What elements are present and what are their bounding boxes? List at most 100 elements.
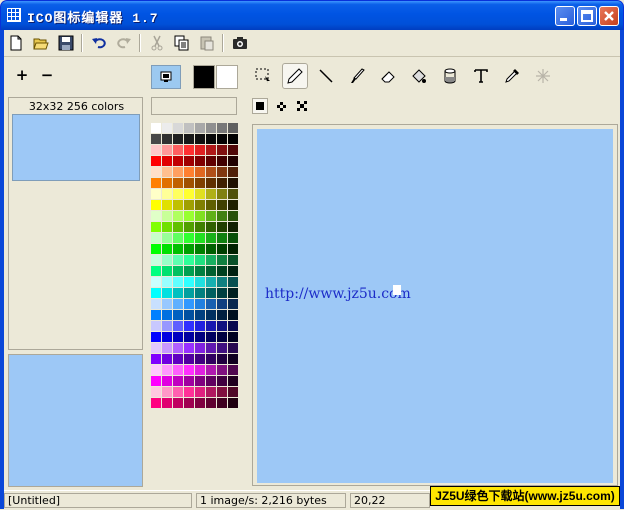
color-swatch[interactable] xyxy=(184,310,194,320)
color-swatch[interactable] xyxy=(206,354,216,364)
cylinder-tool[interactable] xyxy=(437,63,463,89)
color-swatch[interactable] xyxy=(151,288,161,298)
color-swatch[interactable] xyxy=(206,288,216,298)
color-swatch[interactable] xyxy=(195,299,205,309)
color-swatch[interactable] xyxy=(195,134,205,144)
color-swatch[interactable] xyxy=(195,266,205,276)
color-swatch[interactable] xyxy=(228,365,238,375)
color-swatch[interactable] xyxy=(151,211,161,221)
color-swatch[interactable] xyxy=(184,332,194,342)
color-swatch[interactable] xyxy=(217,299,227,309)
color-swatch[interactable] xyxy=(228,387,238,397)
color-swatch[interactable] xyxy=(173,288,183,298)
color-swatch[interactable] xyxy=(217,332,227,342)
color-swatch[interactable] xyxy=(228,299,238,309)
color-swatch[interactable] xyxy=(217,376,227,386)
color-swatch[interactable] xyxy=(173,343,183,353)
color-swatch[interactable] xyxy=(151,398,161,408)
minimize-button[interactable] xyxy=(555,6,575,26)
color-swatch[interactable] xyxy=(173,244,183,254)
color-swatch[interactable] xyxy=(162,288,172,298)
color-swatch[interactable] xyxy=(195,244,205,254)
color-swatch[interactable] xyxy=(206,167,216,177)
color-swatch[interactable] xyxy=(217,189,227,199)
capture-button[interactable] xyxy=(230,33,250,53)
brush-size-cross-small[interactable] xyxy=(273,98,289,114)
color-swatch[interactable] xyxy=(173,167,183,177)
color-swatch[interactable] xyxy=(173,376,183,386)
color-swatch[interactable] xyxy=(195,310,205,320)
color-swatch[interactable] xyxy=(151,167,161,177)
color-swatch[interactable] xyxy=(184,178,194,188)
color-swatch[interactable] xyxy=(173,189,183,199)
color-swatch[interactable] xyxy=(162,310,172,320)
color-swatch[interactable] xyxy=(162,189,172,199)
color-swatch[interactable] xyxy=(151,321,161,331)
color-swatch[interactable] xyxy=(151,310,161,320)
color-swatch[interactable] xyxy=(228,167,238,177)
color-swatch[interactable] xyxy=(151,134,161,144)
color-swatch[interactable] xyxy=(184,398,194,408)
color-swatch[interactable] xyxy=(217,156,227,166)
color-swatch[interactable] xyxy=(173,200,183,210)
color-swatch[interactable] xyxy=(184,266,194,276)
color-swatch[interactable] xyxy=(206,365,216,375)
color-swatch[interactable] xyxy=(184,145,194,155)
color-swatch[interactable] xyxy=(151,233,161,243)
color-swatch[interactable] xyxy=(184,134,194,144)
color-swatch[interactable] xyxy=(217,145,227,155)
color-swatch[interactable] xyxy=(195,255,205,265)
save-button[interactable] xyxy=(56,33,76,53)
color-swatch[interactable] xyxy=(195,167,205,177)
magic-tool[interactable] xyxy=(530,63,556,89)
color-swatch[interactable] xyxy=(195,343,205,353)
color-swatch[interactable] xyxy=(206,233,216,243)
brush-tool[interactable] xyxy=(344,63,370,89)
color-swatch[interactable] xyxy=(206,387,216,397)
color-swatch[interactable] xyxy=(173,255,183,265)
text-tool[interactable] xyxy=(468,63,494,89)
color-swatch[interactable] xyxy=(195,277,205,287)
color-swatch[interactable] xyxy=(206,189,216,199)
color-palette-grid[interactable] xyxy=(151,123,239,408)
color-swatch[interactable] xyxy=(206,123,216,133)
pencil-tool[interactable] xyxy=(282,63,308,89)
color-swatch[interactable] xyxy=(206,321,216,331)
color-swatch[interactable] xyxy=(151,145,161,155)
color-swatch[interactable] xyxy=(217,266,227,276)
color-swatch[interactable] xyxy=(162,134,172,144)
color-swatch[interactable] xyxy=(151,178,161,188)
color-swatch[interactable] xyxy=(173,299,183,309)
color-swatch[interactable] xyxy=(217,123,227,133)
color-swatch[interactable] xyxy=(195,354,205,364)
color-swatch[interactable] xyxy=(228,222,238,232)
paste-button[interactable] xyxy=(197,33,217,53)
color-swatch[interactable] xyxy=(217,288,227,298)
color-swatch[interactable] xyxy=(228,288,238,298)
color-swatch[interactable] xyxy=(173,321,183,331)
color-swatch[interactable] xyxy=(217,387,227,397)
color-swatch[interactable] xyxy=(184,233,194,243)
color-swatch[interactable] xyxy=(173,332,183,342)
color-swatch[interactable] xyxy=(217,244,227,254)
color-swatch[interactable] xyxy=(173,211,183,221)
color-swatch[interactable] xyxy=(228,244,238,254)
cut-button[interactable] xyxy=(147,33,167,53)
color-swatch[interactable] xyxy=(228,277,238,287)
color-swatch[interactable] xyxy=(195,222,205,232)
color-swatch[interactable] xyxy=(184,167,194,177)
color-swatch[interactable] xyxy=(217,398,227,408)
color-swatch[interactable] xyxy=(206,255,216,265)
color-swatch[interactable] xyxy=(162,178,172,188)
color-swatch[interactable] xyxy=(162,299,172,309)
image-thumbnail[interactable] xyxy=(12,114,140,181)
color-swatch[interactable] xyxy=(162,343,172,353)
color-swatch[interactable] xyxy=(151,200,161,210)
color-swatch[interactable] xyxy=(162,398,172,408)
color-swatch[interactable] xyxy=(162,266,172,276)
color-swatch[interactable] xyxy=(184,387,194,397)
color-swatch[interactable] xyxy=(228,233,238,243)
color-swatch[interactable] xyxy=(151,343,161,353)
color-swatch[interactable] xyxy=(173,145,183,155)
color-swatch[interactable] xyxy=(162,244,172,254)
